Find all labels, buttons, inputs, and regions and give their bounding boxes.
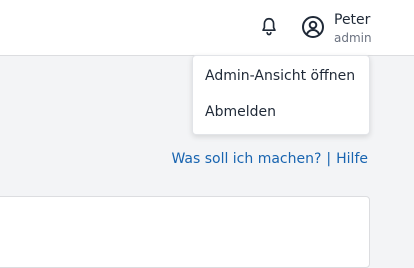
what-to-do-link[interactable]: Was soll ich machen? <box>171 151 321 167</box>
help-links: Was soll ich machen? | Hilfe <box>171 151 368 167</box>
top-bar: Peter admin <box>0 0 414 56</box>
bell-icon[interactable] <box>258 16 280 38</box>
menu-item-open-admin-view[interactable]: Admin-Ansicht öffnen <box>205 68 355 84</box>
link-separator: | <box>326 151 332 167</box>
user-dropdown-menu: Admin-Ansicht öffnen Abmelden <box>192 55 370 135</box>
user-role: admin <box>334 31 372 45</box>
content-card <box>0 196 370 268</box>
user-name[interactable]: Peter <box>334 11 370 29</box>
help-link[interactable]: Hilfe <box>336 151 368 167</box>
menu-item-logout[interactable]: Abmelden <box>205 104 276 120</box>
user-circle-icon[interactable] <box>301 15 325 39</box>
